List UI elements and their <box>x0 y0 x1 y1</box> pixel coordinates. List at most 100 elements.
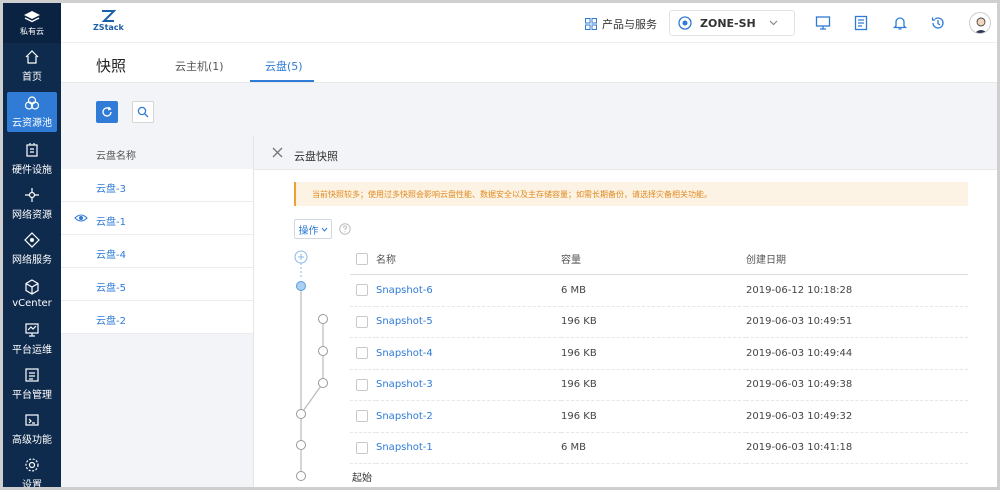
row-checkbox[interactable] <box>356 315 368 328</box>
snapshot-name-link[interactable]: Snapshot-3 <box>376 369 561 401</box>
products-services-label: 产品与服务 <box>602 18 657 31</box>
tree-node-start[interactable] <box>296 471 306 481</box>
zone-value: ZONE-SH <box>700 16 756 30</box>
tab-vm[interactable]: 云主机(1) <box>175 58 224 74</box>
monitor-icon <box>25 322 39 337</box>
table-row: Snapshot-1 6 MB 2019-06-03 10:41:18 <box>350 432 968 464</box>
refresh-button[interactable] <box>96 101 118 123</box>
row-select-cell <box>350 306 376 338</box>
zstack-logo[interactable]: ZStack <box>93 9 124 32</box>
table-row: Snapshot-5 196 KB 2019-06-03 10:49:51 <box>350 306 968 338</box>
help-icon[interactable] <box>339 223 351 235</box>
avatar[interactable] <box>969 12 991 34</box>
column-header-name[interactable]: 名称 <box>376 243 561 275</box>
list-item[interactable]: 云盘-5 <box>61 268 253 301</box>
sidebar-item-hardware[interactable]: 硬件设施 <box>3 136 61 181</box>
tree-node[interactable] <box>296 440 306 450</box>
top-bar: ZStack 产品与服务 ZONE-SH <box>61 3 997 43</box>
document-icon[interactable] <box>853 15 869 31</box>
sidebar-item-advanced[interactable]: 高级功能 <box>3 406 61 451</box>
row-checkbox[interactable] <box>356 410 368 423</box>
network-service-icon <box>24 231 40 248</box>
sidebar-item-label: 设置 <box>22 479 42 490</box>
snapshot-date: 2019-06-03 10:41:18 <box>746 432 968 464</box>
snapshot-name-link[interactable]: Snapshot-1 <box>376 432 561 464</box>
sidebar-brand[interactable]: 私有云 <box>3 3 61 43</box>
sidebar-item-network-resources[interactable]: 网络资源 <box>3 181 61 226</box>
snapshot-date: 2019-06-03 10:49:51 <box>746 306 968 338</box>
tree-node[interactable] <box>318 378 328 388</box>
column-header-size[interactable]: 容量 <box>561 243 746 275</box>
row-checkbox[interactable] <box>356 347 368 360</box>
snapshot-date: 2019-06-03 10:49:44 <box>746 337 968 370</box>
sidebar-item-label: 首页 <box>22 71 42 83</box>
table-row: Snapshot-3 196 KB 2019-06-03 10:49:38 <box>350 369 968 401</box>
logo-text: ZStack <box>93 23 124 32</box>
sidebar-item-home[interactable]: 首页 <box>3 43 61 88</box>
row-select-cell <box>350 432 376 464</box>
volume-name: 云盘-3 <box>96 184 126 195</box>
sidebar-item-label: 网络资源 <box>12 209 52 221</box>
tree-node[interactable] <box>318 346 328 356</box>
warning-banner: 当前快照较多；使用过多快照会影响云盘性能、数据安全以及主存储容量；如需长期备份，… <box>294 182 968 206</box>
warning-text: 当前快照较多；使用过多快照会影响云盘性能、数据安全以及主存储容量；如需长期备份，… <box>312 190 712 199</box>
zone-select[interactable]: ZONE-SH <box>669 10 795 36</box>
tree-node[interactable] <box>318 314 328 324</box>
snapshot-tree <box>294 250 328 481</box>
cloud-resource-icon <box>24 96 40 110</box>
tab-volume[interactable]: 云盘(5) <box>265 58 303 74</box>
sidebar-item-network-services[interactable]: 网络服务 <box>3 226 61 271</box>
list-item[interactable]: 云盘-3 <box>61 169 253 202</box>
row-checkbox[interactable] <box>356 441 368 454</box>
sidebar-item-label: 高级功能 <box>12 434 52 446</box>
products-services-button[interactable]: 产品与服务 <box>585 16 657 32</box>
sidebar-item-platform-management[interactable]: 平台管理 <box>3 361 61 406</box>
tree-node[interactable] <box>296 409 306 419</box>
desktop-icon[interactable] <box>815 15 831 31</box>
select-all-checkbox[interactable] <box>356 252 368 265</box>
history-icon[interactable] <box>930 15 946 31</box>
hardware-icon <box>26 142 38 157</box>
chevron-down-icon <box>769 20 778 26</box>
active-tab-indicator <box>250 80 314 82</box>
snapshot-name-link[interactable]: Snapshot-6 <box>376 274 561 307</box>
row-checkbox[interactable] <box>356 284 368 297</box>
eye-icon <box>74 214 88 222</box>
app-window: 私有云 首页 云资源池 硬件设施 网络资源 网络服务 vCenter 平台运维 <box>0 0 1000 490</box>
user-avatar-icon <box>974 17 988 33</box>
sidebar-item-label: 硬件设施 <box>12 164 52 176</box>
snapshot-size: 196 KB <box>561 306 746 338</box>
sidebar-item-settings[interactable]: 设置 <box>3 451 61 490</box>
volume-list-header: 云盘名称 <box>61 136 253 169</box>
sidebar-item-platform-ops[interactable]: 平台运维 <box>3 316 61 361</box>
sidebar-item-label: 云资源池 <box>12 118 52 129</box>
search-button[interactable] <box>132 101 154 123</box>
operations-dropdown[interactable]: 操作 <box>294 219 332 239</box>
snapshot-name-link[interactable]: Snapshot-4 <box>376 337 561 370</box>
row-select-cell <box>350 274 376 307</box>
sidebar-brand-label: 私有云 <box>20 26 44 36</box>
volume-name: 云盘-1 <box>96 217 126 228</box>
network-icon <box>25 187 39 202</box>
operations-label: 操作 <box>298 225 319 237</box>
list-item[interactable]: 云盘-2 <box>61 301 253 334</box>
snapshot-name-link[interactable]: Snapshot-5 <box>376 306 561 338</box>
cube-icon <box>25 278 39 295</box>
page-header: 快照 云主机(1) 云盘(5) <box>61 43 997 83</box>
list-item-selected[interactable]: 云盘-1 <box>61 202 253 235</box>
select-all-cell <box>350 243 376 275</box>
column-header-date[interactable]: 创建日期 <box>746 243 968 275</box>
sidebar-item-cloud-resources[interactable]: 云资源池 <box>7 92 57 132</box>
management-icon <box>25 367 39 382</box>
table-header-row: 名称 容量 创建日期 <box>350 243 968 275</box>
snapshot-size: 196 KB <box>561 337 746 370</box>
table-row: Snapshot-6 6 MB 2019-06-12 10:18:28 <box>350 274 968 307</box>
snapshot-size: 6 MB <box>561 432 746 464</box>
tree-node-current[interactable] <box>296 281 306 291</box>
close-icon[interactable] <box>272 147 283 158</box>
sidebar-item-vcenter[interactable]: vCenter <box>3 271 61 316</box>
snapshot-name-link[interactable]: Snapshot-2 <box>376 400 561 433</box>
bell-icon[interactable] <box>892 15 908 31</box>
list-item[interactable]: 云盘-4 <box>61 235 253 268</box>
row-checkbox[interactable] <box>356 378 368 391</box>
